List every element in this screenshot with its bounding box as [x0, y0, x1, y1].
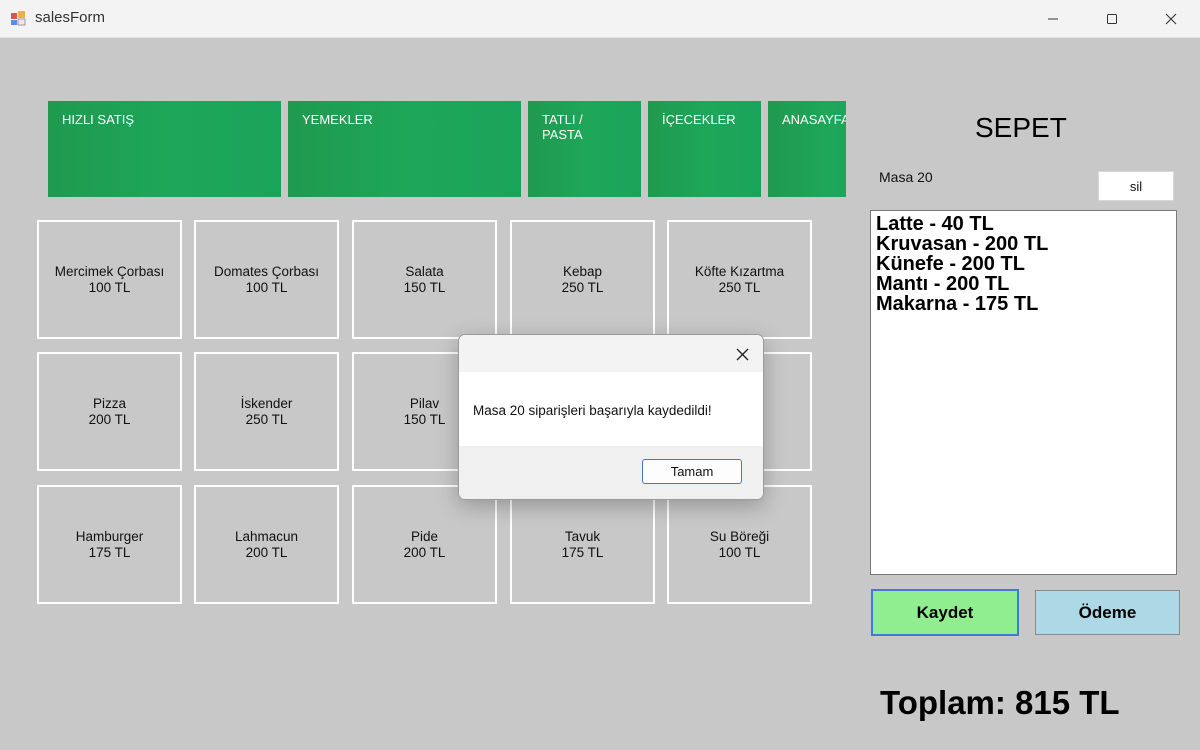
close-icon	[736, 348, 748, 360]
save-button[interactable]: Kaydet	[871, 589, 1019, 636]
ok-button[interactable]: Tamam	[642, 459, 742, 484]
category-yemekler[interactable]: YEMEKLER	[288, 101, 521, 197]
message-dialog: Masa 20 siparişleri başarıyla kaydedildi…	[458, 334, 764, 500]
product-price: 150 TL	[403, 411, 446, 427]
list-item[interactable]: Mantı - 200 TL	[876, 274, 1171, 294]
product-name: Pizza	[92, 395, 126, 411]
product-name: Su Böreği	[709, 528, 770, 544]
dialog-message: Masa 20 siparişleri başarıyla kaydedildi…	[473, 403, 712, 418]
product-price: 200 TL	[403, 544, 446, 560]
product-price: 200 TL	[88, 411, 131, 427]
app-icon	[11, 11, 26, 26]
category-icecekler[interactable]: İÇECEKLER	[648, 101, 761, 197]
product-name: Mercimek Çorbası	[54, 263, 165, 279]
minimize-icon	[1048, 18, 1058, 19]
product-price: 175 TL	[561, 544, 604, 560]
product-price: 175 TL	[88, 544, 131, 560]
product-price: 250 TL	[718, 279, 761, 295]
product-su-boregi[interactable]: Su Böreği 100 TL	[667, 485, 812, 604]
payment-button[interactable]: Ödeme	[1035, 590, 1180, 635]
product-domates-corbasi[interactable]: Domates Çorbası 100 TL	[194, 220, 339, 339]
dialog-title-bar	[459, 335, 763, 372]
product-name: Köfte Kızartma	[694, 263, 785, 279]
product-pide[interactable]: Pide 200 TL	[352, 485, 497, 604]
product-name: Salata	[405, 263, 444, 279]
close-window-button[interactable]	[1142, 0, 1200, 37]
table-label: Masa 20	[879, 169, 933, 185]
product-hamburger[interactable]: Hamburger 175 TL	[37, 485, 182, 604]
product-name: İskender	[240, 395, 293, 411]
product-mercimek-corbasi[interactable]: Mercimek Çorbası 100 TL	[37, 220, 182, 339]
product-kebap[interactable]: Kebap 250 TL	[510, 220, 655, 339]
product-price: 200 TL	[245, 544, 288, 560]
list-item[interactable]: Künefe - 200 TL	[876, 254, 1171, 274]
product-name: Hamburger	[75, 528, 144, 544]
product-name: Domates Çorbası	[213, 263, 320, 279]
product-lahmacun[interactable]: Lahmacun 200 TL	[194, 485, 339, 604]
product-name: Kebap	[562, 263, 603, 279]
product-name: Lahmacun	[234, 528, 299, 544]
product-name: Pide	[410, 528, 439, 544]
product-price: 250 TL	[245, 411, 288, 427]
dialog-footer: Tamam	[459, 446, 763, 499]
list-item[interactable]: Kruvasan - 200 TL	[876, 234, 1171, 254]
maximize-icon	[1107, 13, 1117, 24]
close-icon	[1165, 13, 1177, 24]
total-label: Toplam: 815 TL	[880, 684, 1120, 721]
minimize-button[interactable]	[1024, 0, 1082, 37]
product-price: 100 TL	[88, 279, 131, 295]
product-kofte-kizartma[interactable]: Köfte Kızartma 250 TL	[667, 220, 812, 339]
category-tatli-pasta[interactable]: TATLI / PASTA	[528, 101, 641, 197]
category-anasayfa[interactable]: ANASAYFA	[768, 101, 846, 197]
maximize-button[interactable]	[1083, 0, 1141, 37]
category-hizli-satis[interactable]: HIZLI SATIŞ	[48, 101, 281, 197]
product-salata[interactable]: Salata 150 TL	[352, 220, 497, 339]
product-tavuk[interactable]: Tavuk 175 TL	[510, 485, 655, 604]
product-price: 100 TL	[718, 544, 761, 560]
title-bar: salesForm	[0, 0, 1200, 38]
delete-item-button[interactable]: sil	[1098, 171, 1174, 201]
product-name: Pilav	[409, 395, 440, 411]
window-title: salesForm	[35, 9, 106, 26]
product-pizza[interactable]: Pizza 200 TL	[37, 352, 182, 471]
basket-title: SEPET	[975, 112, 1067, 143]
list-item[interactable]: Makarna - 175 TL	[876, 294, 1171, 314]
product-price: 150 TL	[403, 279, 446, 295]
product-name: Tavuk	[564, 528, 601, 544]
product-price: 250 TL	[561, 279, 604, 295]
list-item[interactable]: Latte - 40 TL	[876, 214, 1171, 234]
dialog-close-button[interactable]	[729, 341, 755, 367]
product-iskender[interactable]: İskender 250 TL	[194, 352, 339, 471]
product-price: 100 TL	[245, 279, 288, 295]
basket-list[interactable]: Latte - 40 TL Kruvasan - 200 TL Künefe -…	[870, 210, 1177, 575]
